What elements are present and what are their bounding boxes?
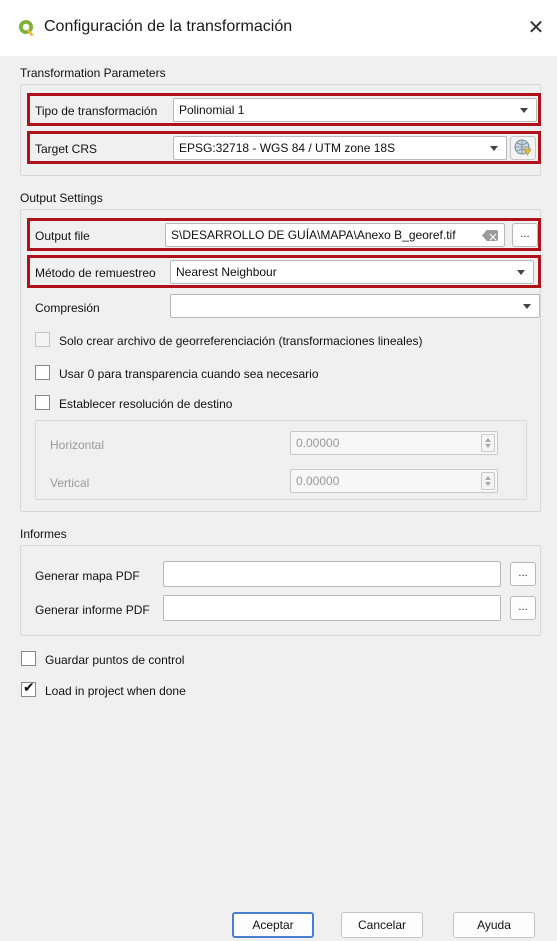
target-crs-value: EPSG:32718 - WGS 84 / UTM zone 18S (179, 141, 396, 155)
checkmark-icon: ✔ (23, 680, 35, 696)
spin-arrows-icon[interactable] (481, 434, 495, 452)
cancel-button[interactable]: Cancelar (341, 912, 423, 938)
chevron-down-icon (523, 304, 531, 309)
compression-label: Compresión (35, 301, 100, 315)
load-in-project-checkbox[interactable]: ✔ (21, 680, 36, 697)
resampling-method-value: Nearest Neighbour (176, 265, 277, 279)
output-file-value: S\DESARROLLO DE GUÍA\MAPA\Anexo B_georef… (171, 228, 456, 242)
load-in-project-label: Load in project when done (45, 684, 186, 698)
world-file-only-label: Solo crear archivo de georreferenciación… (59, 334, 423, 348)
pdf-map-browse-button[interactable]: ... (510, 562, 536, 586)
world-file-only-checkbox[interactable] (35, 332, 50, 347)
reports-section-title: Informes (20, 527, 67, 541)
pdf-report-input[interactable] (163, 595, 501, 621)
resampling-method-combo[interactable]: Nearest Neighbour (170, 260, 534, 284)
pdf-map-input[interactable] (163, 561, 501, 587)
reports-group (20, 545, 541, 636)
pdf-report-label: Generar informe PDF (35, 603, 150, 617)
spin-arrows-icon[interactable] (481, 472, 495, 490)
horizontal-resolution-spinbox[interactable]: 0.00000 (290, 431, 498, 455)
chevron-down-icon (517, 270, 525, 275)
transformation-section-title: Transformation Parameters (20, 66, 166, 80)
select-crs-button[interactable] (510, 136, 536, 160)
pdf-map-label: Generar mapa PDF (35, 569, 140, 583)
target-crs-label: Target CRS (35, 142, 98, 156)
horizontal-resolution-label: Horizontal (50, 438, 105, 452)
target-crs-combo[interactable]: EPSG:32718 - WGS 84 / UTM zone 18S (173, 136, 507, 160)
window-title: Configuración de la transformación (44, 18, 293, 35)
zero-transparency-checkbox[interactable] (35, 365, 50, 380)
output-file-browse-button[interactable]: ... (512, 223, 538, 247)
title-bar: Configuración de la transformación ✕ (0, 0, 557, 56)
save-gcp-checkbox[interactable] (21, 651, 36, 666)
transformation-type-value: Polinomial 1 (179, 103, 245, 117)
pdf-report-browse-button[interactable]: ... (510, 596, 536, 620)
transformation-type-label: Tipo de transformación (35, 104, 158, 118)
zero-transparency-label: Usar 0 para transparencia cuando sea nec… (59, 367, 319, 381)
set-resolution-checkbox[interactable] (35, 395, 50, 410)
resampling-method-label: Método de remuestreo (35, 266, 156, 280)
qgis-logo-icon (19, 20, 34, 36)
chevron-down-icon (520, 108, 528, 113)
output-file-input[interactable]: S\DESARROLLO DE GUÍA\MAPA\Anexo B_georef… (165, 223, 505, 247)
ok-button[interactable]: Aceptar (232, 912, 314, 938)
chevron-down-icon (490, 146, 498, 151)
vertical-resolution-spinbox[interactable]: 0.00000 (290, 469, 498, 493)
vertical-resolution-label: Vertical (50, 476, 90, 490)
save-gcp-label: Guardar puntos de control (45, 653, 185, 667)
help-button[interactable]: Ayuda (453, 912, 535, 938)
set-resolution-label: Establecer resolución de destino (59, 397, 233, 411)
output-file-label: Output file (35, 229, 90, 243)
transformation-type-combo[interactable]: Polinomial 1 (173, 98, 537, 122)
clear-input-icon[interactable] (482, 230, 498, 241)
close-icon[interactable]: ✕ (523, 14, 549, 40)
output-section-title: Output Settings (20, 191, 103, 205)
vertical-resolution-value: 0.00000 (296, 474, 340, 488)
globe-crs-icon (514, 139, 532, 156)
compression-combo[interactable] (170, 294, 540, 318)
horizontal-resolution-value: 0.00000 (296, 436, 340, 450)
